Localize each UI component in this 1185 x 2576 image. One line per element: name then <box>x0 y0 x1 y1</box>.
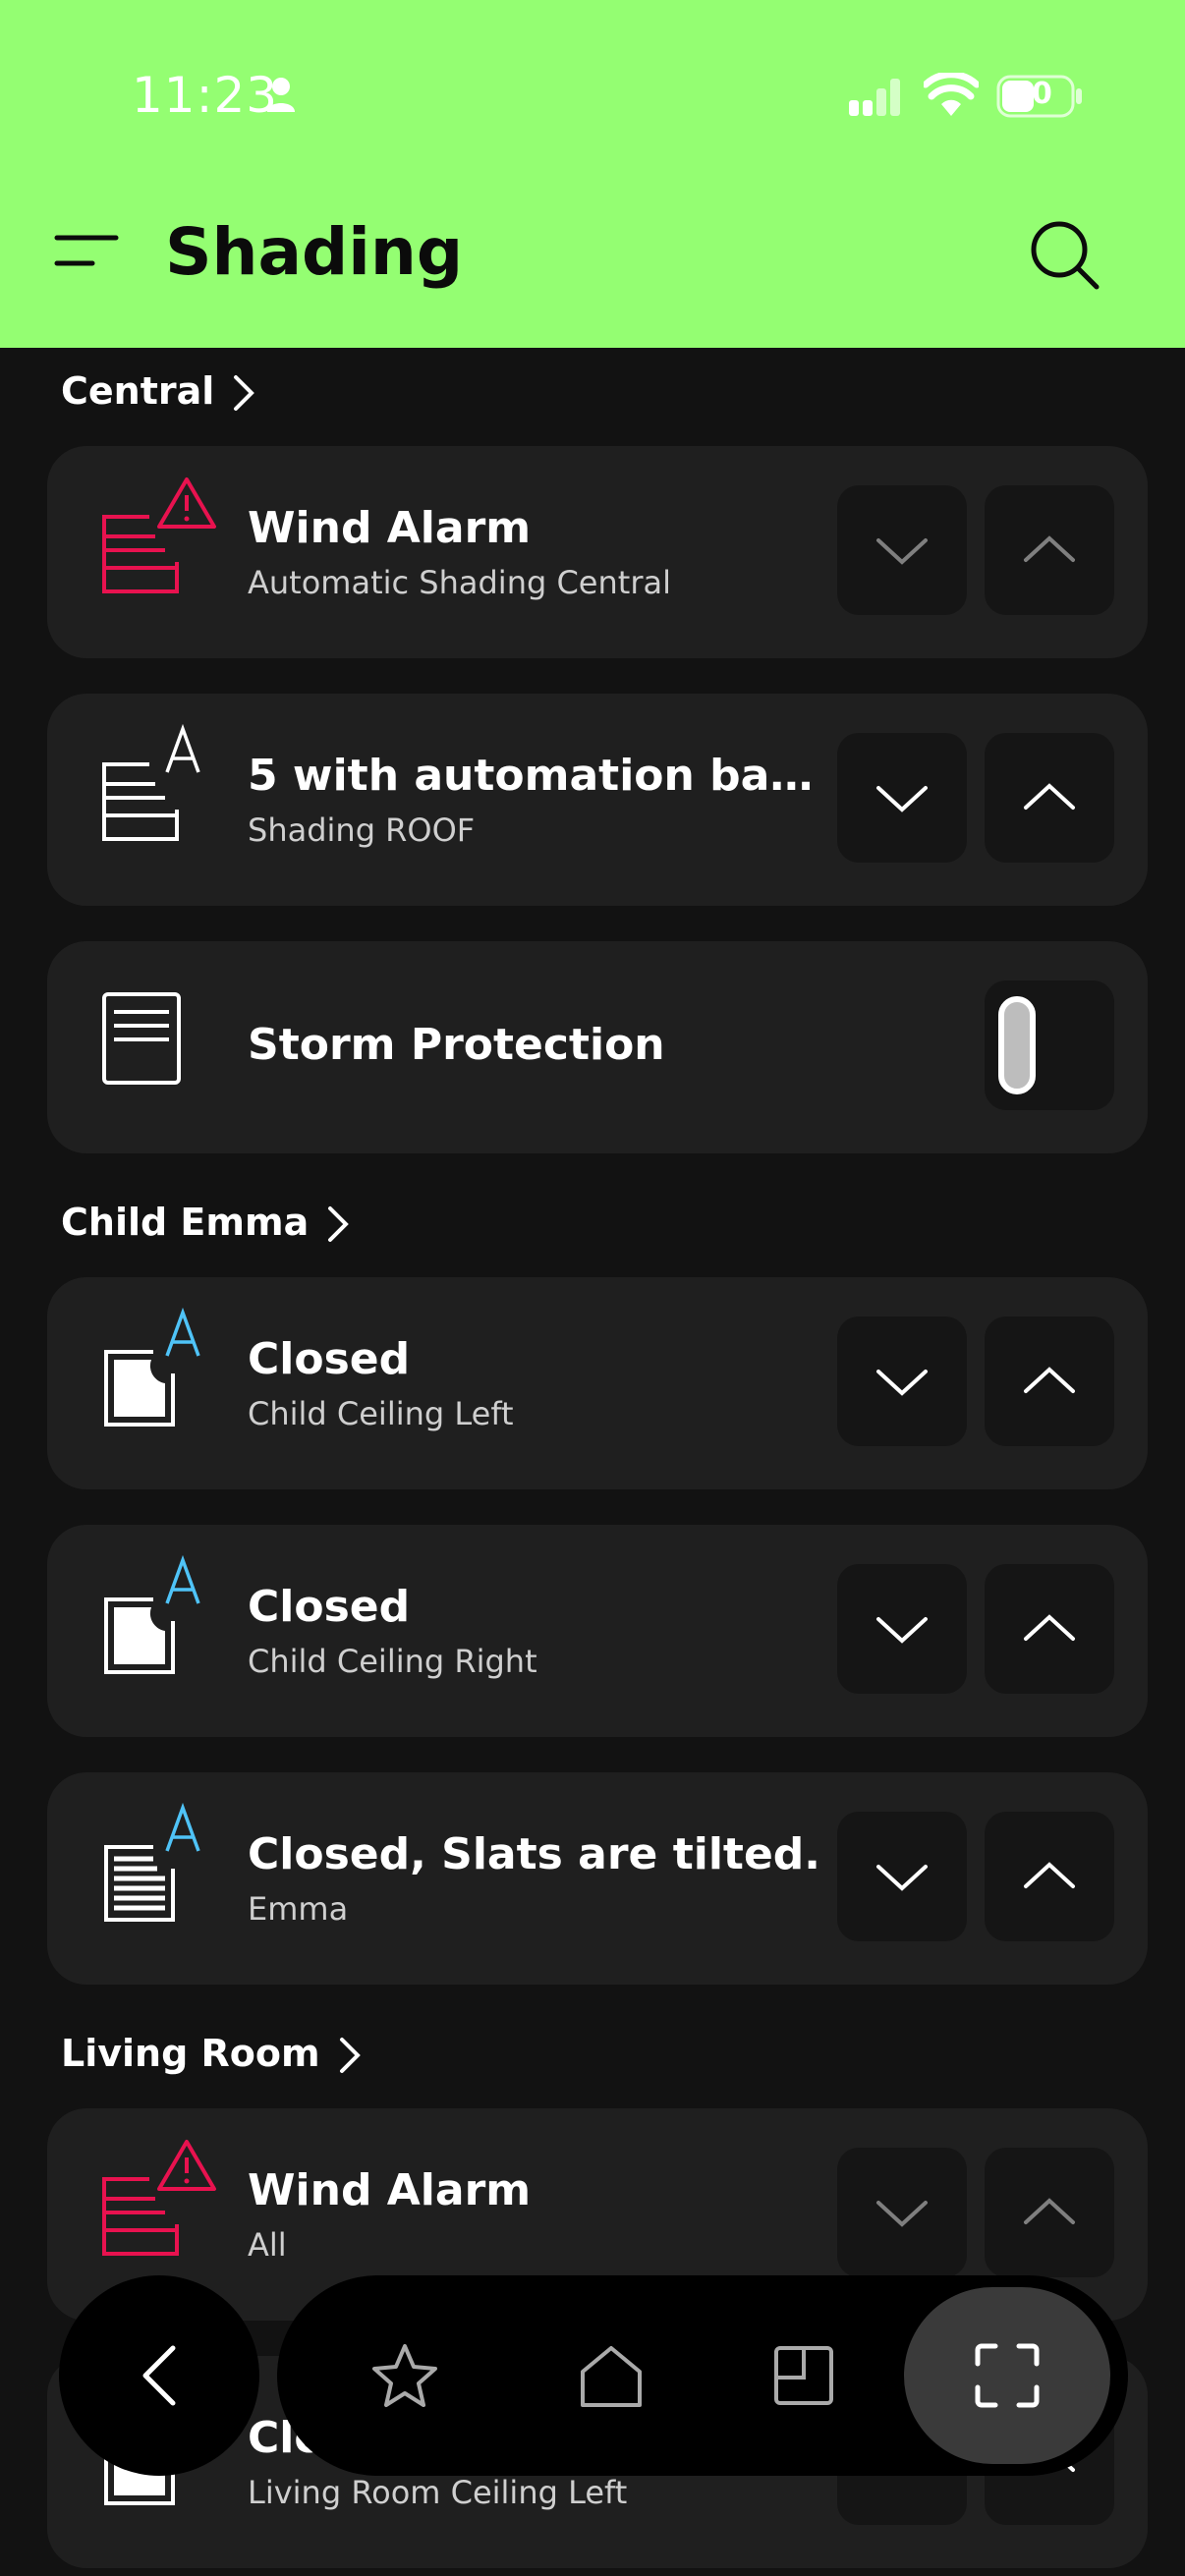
chevron-down-icon <box>876 2201 928 2227</box>
signal-icon <box>849 79 900 116</box>
search-icon[interactable] <box>1028 218 1102 293</box>
chevron-down-icon <box>876 1865 928 1891</box>
move-down-button[interactable] <box>837 1316 967 1446</box>
scan-icon <box>975 2343 1040 2408</box>
device-card-child-ceiling-right[interactable]: Closed Child Ceiling Right <box>47 1525 1148 1737</box>
nav-pill <box>277 2275 1128 2476</box>
blinds-auto-icon <box>104 1802 200 1922</box>
status-time: 11:23 <box>132 67 279 124</box>
move-down-button[interactable] <box>837 485 967 615</box>
section-header-living-room[interactable]: Living Room <box>61 2032 362 2075</box>
home-icon <box>581 2346 642 2407</box>
section-header-child-emma[interactable]: Child Emma <box>61 1201 350 1244</box>
card-subtitle: Shading ROOF <box>248 812 476 849</box>
move-down-button[interactable] <box>837 1564 967 1694</box>
card-title: 5 with automation base... <box>248 751 837 801</box>
device-card-child-ceiling-left[interactable]: Closed Child Ceiling Left <box>47 1277 1148 1489</box>
back-button[interactable] <box>59 2275 259 2476</box>
shading-auto-icon <box>102 723 200 841</box>
nav-home[interactable] <box>562 2326 660 2425</box>
chevron-up-icon <box>1024 783 1075 810</box>
star-icon <box>372 2344 437 2407</box>
move-up-button[interactable] <box>985 1812 1114 1941</box>
chevron-up-icon <box>1024 535 1075 562</box>
nav-scan[interactable] <box>904 2287 1110 2464</box>
chevron-down-icon <box>876 1370 928 1396</box>
move-up-button[interactable] <box>985 733 1114 863</box>
nav-favorites[interactable] <box>356 2326 454 2425</box>
card-subtitle: All <box>248 2226 287 2264</box>
chevron-right-icon <box>328 1206 350 1242</box>
rooms-icon <box>774 2346 833 2405</box>
move-up-button[interactable] <box>985 485 1114 615</box>
shading-alarm-icon <box>102 477 216 593</box>
chevron-down-icon <box>876 1617 928 1644</box>
move-down-button[interactable] <box>837 1812 967 1941</box>
device-card-emma-blinds[interactable]: Closed, Slats are tilted. Emma <box>47 1772 1148 1985</box>
app-header: 11:23 40 Shading <box>0 0 1185 348</box>
chevron-up-icon <box>1024 2198 1075 2224</box>
move-down-button[interactable] <box>837 2148 967 2277</box>
battery-level: 40 <box>1011 77 1052 111</box>
chevron-right-icon <box>234 375 255 411</box>
toggle-knob <box>998 996 1036 1094</box>
chevron-right-icon <box>339 2038 361 2073</box>
person-icon <box>267 78 295 112</box>
card-title: Closed, Slats are tilted. <box>248 1829 820 1879</box>
card-subtitle: Automatic Shading Central <box>248 564 671 601</box>
device-card-shading-roof[interactable]: 5 with automation base... Shading ROOF <box>47 694 1148 906</box>
card-title: Storm Protection <box>248 1020 665 1070</box>
card-subtitle: Child Ceiling Right <box>248 1643 537 1680</box>
move-up-button[interactable] <box>985 1564 1114 1694</box>
nav-rooms[interactable] <box>755 2326 853 2425</box>
card-subtitle: Living Room Ceiling Left <box>248 2474 628 2511</box>
wifi-icon <box>924 73 979 116</box>
card-subtitle: Emma <box>248 1890 349 1928</box>
section-header-central[interactable]: Central <box>61 369 255 413</box>
storm-protection-toggle[interactable] <box>985 980 1114 1110</box>
card-title: Wind Alarm <box>248 2165 532 2215</box>
chevron-down-icon <box>876 786 928 812</box>
chevron-up-icon <box>1024 1367 1075 1393</box>
shading-icon <box>102 992 181 1085</box>
device-card-wind-alarm-central[interactable]: Wind Alarm Automatic Shading Central <box>47 446 1148 658</box>
card-title: Closed <box>248 1582 411 1632</box>
bottom-navigation <box>59 2275 1128 2476</box>
roof-window-auto-icon <box>104 1554 200 1674</box>
chevron-down-icon <box>876 538 928 565</box>
card-subtitle: Child Ceiling Left <box>248 1395 514 1432</box>
move-down-button[interactable] <box>837 733 967 863</box>
chevron-up-icon <box>1024 1614 1075 1641</box>
shading-alarm-icon <box>102 2140 216 2256</box>
page-title: Shading <box>165 214 464 290</box>
card-title: Closed <box>248 1334 411 1384</box>
back-icon <box>142 2345 176 2406</box>
device-card-storm-protection[interactable]: Storm Protection <box>47 941 1148 1153</box>
roof-window-auto-icon <box>104 1307 200 1427</box>
move-up-button[interactable] <box>985 2148 1114 2277</box>
card-title: Wind Alarm <box>248 503 532 553</box>
chevron-up-icon <box>1024 1862 1075 1888</box>
move-up-button[interactable] <box>985 1316 1114 1446</box>
menu-icon[interactable] <box>53 228 122 277</box>
